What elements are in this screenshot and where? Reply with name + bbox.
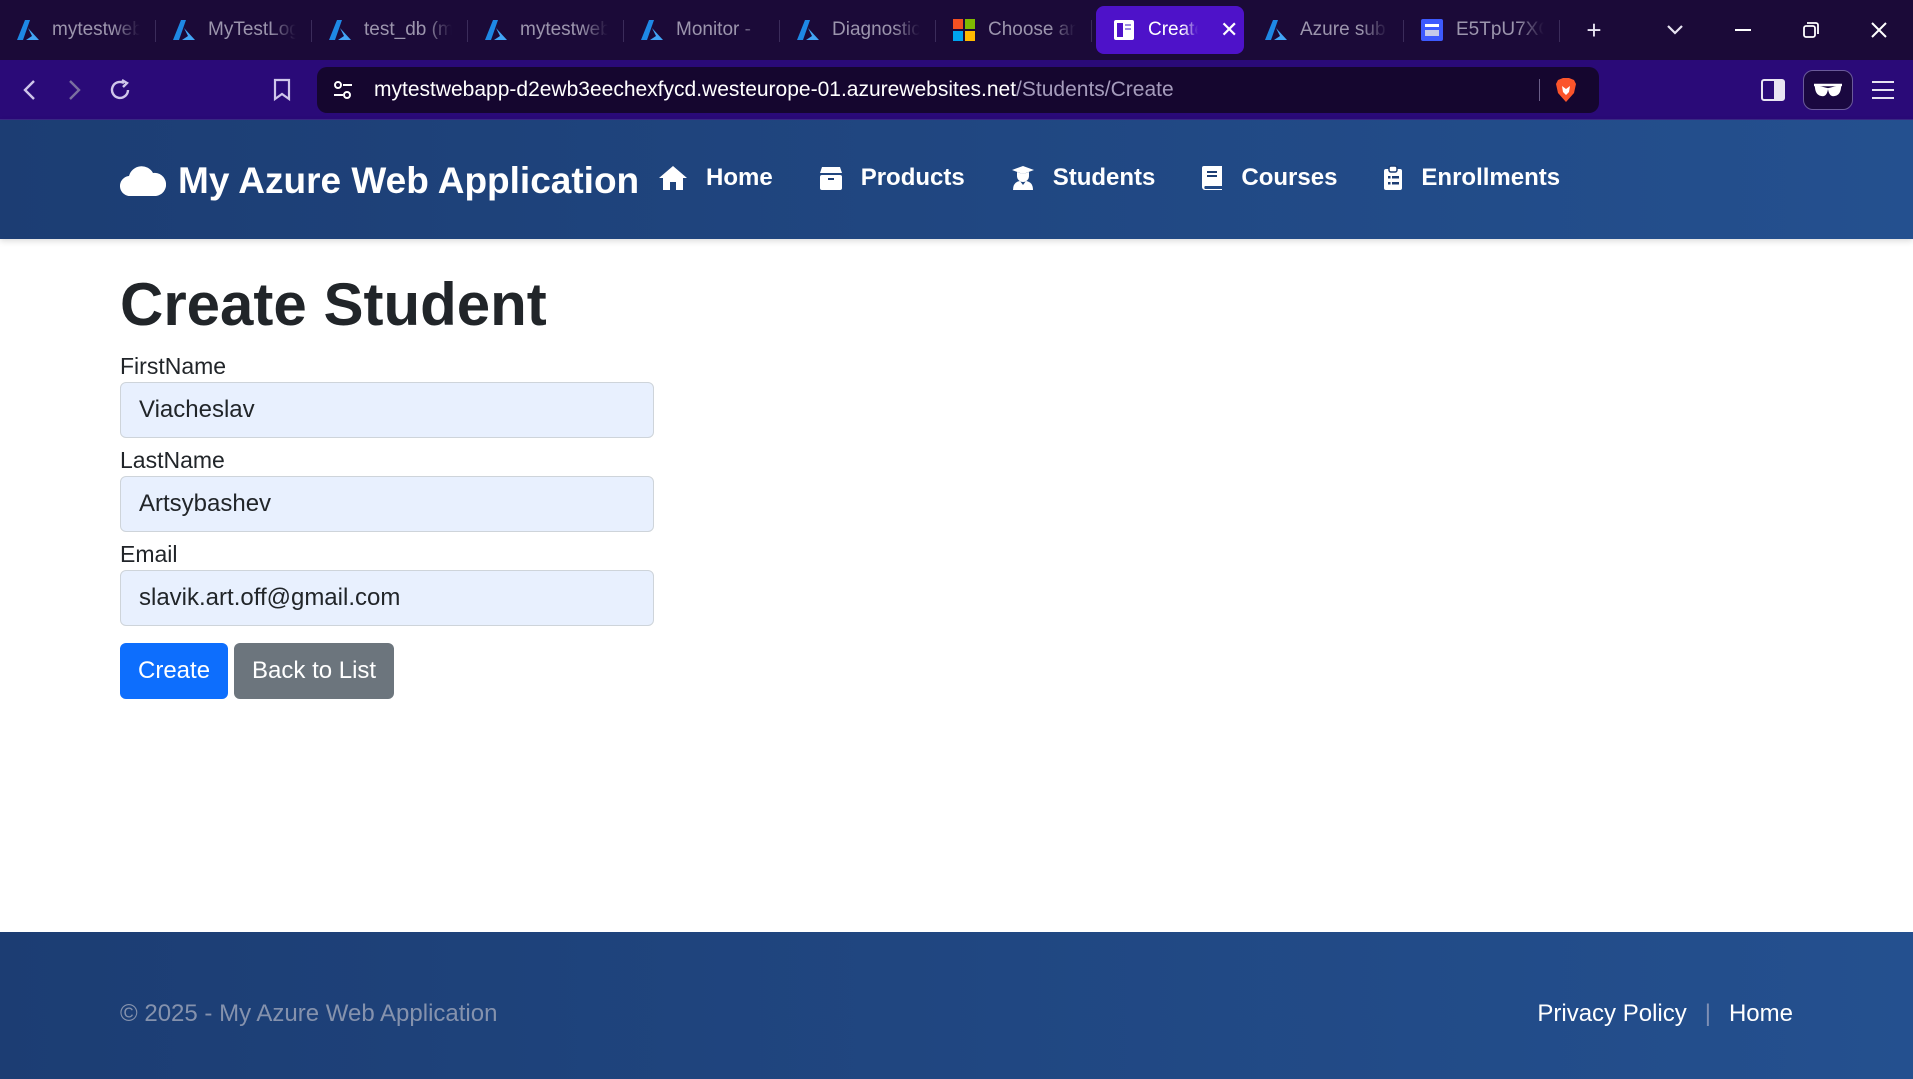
browser-toolbar: mytestwebapp-d2ewb3eechexfycd.westeurope…	[0, 60, 1913, 120]
copyright-text: © 2025 - My Azure Web Application	[120, 1000, 498, 1027]
azure-icon	[16, 18, 40, 42]
url-host: mytestwebapp-d2ewb3eechexfycd.westeurope…	[374, 78, 1017, 101]
browser-tab[interactable]: MyTestLogs	[156, 6, 312, 54]
close-tab-icon[interactable]: ✕	[1220, 17, 1238, 43]
site-brand[interactable]: My Azure Web Application	[120, 160, 639, 202]
main-content: Create Student FirstName LastName Email …	[120, 270, 820, 699]
address-bar[interactable]: mytestwebapp-d2ewb3eechexfycd.westeurope…	[317, 67, 1599, 113]
new-tab-icon[interactable]: +	[1574, 15, 1614, 46]
tab-title: Azure sub	[1300, 19, 1386, 40]
nav-courses[interactable]: Courses	[1201, 164, 1337, 192]
book-icon	[1202, 166, 1223, 190]
page-title: Create Student	[120, 271, 547, 338]
azure-icon	[328, 18, 352, 42]
reader-mode-icon[interactable]	[1803, 70, 1853, 110]
create-student-form: FirstName LastName Email Create Back to …	[120, 352, 820, 699]
browser-tab[interactable]: Azure sub	[1248, 6, 1404, 54]
home-icon	[659, 166, 687, 190]
nav-home-label: Home	[706, 164, 773, 191]
forward-arrow-icon[interactable]	[56, 72, 92, 108]
browser-tab[interactable]: mytestwebapp	[468, 6, 624, 54]
browser-tab[interactable]: Choose an	[936, 6, 1092, 54]
tab-title: MyTestLogs	[208, 19, 296, 40]
footer-home-link[interactable]: Home	[1729, 1000, 1793, 1028]
clipboard-icon	[1384, 165, 1403, 190]
menu-icon[interactable]	[1865, 72, 1901, 108]
close-window-icon[interactable]	[1845, 22, 1913, 38]
footer-separator: |	[1704, 1000, 1711, 1027]
sidebar-icon[interactable]	[1755, 72, 1791, 108]
tab-list-chevron-icon[interactable]	[1641, 24, 1709, 36]
url-path: /Students/Create	[1016, 78, 1174, 101]
reload-icon[interactable]	[102, 72, 138, 108]
tab-title: mytestwebapp	[52, 19, 140, 40]
browser-tab[interactable]: Diagnostic	[780, 6, 936, 54]
image-icon	[1420, 18, 1444, 42]
azure-icon	[172, 18, 196, 42]
site-settings-icon[interactable]	[331, 78, 355, 107]
page-icon	[1112, 18, 1136, 42]
nav-enrollments-label: Enrollments	[1421, 164, 1561, 191]
brand-text: My Azure Web Application	[178, 160, 640, 201]
url-text: mytestwebapp-d2ewb3eechexfycd.westeurope…	[374, 78, 1174, 102]
browser-tab[interactable]: Monitor -	[624, 6, 780, 54]
site-footer: © 2025 - My Azure Web Application Privac…	[0, 932, 1913, 1079]
azure-icon	[796, 18, 820, 42]
tab-title: Diagnostic	[832, 19, 920, 40]
tab-title: Choose an	[988, 19, 1076, 40]
nav-students-label: Students	[1052, 164, 1156, 191]
last-name-field[interactable]	[120, 476, 654, 532]
microsoft-icon	[952, 18, 976, 42]
tab-title: Create	[1148, 19, 1198, 40]
site-navbar: My Azure Web Application Home Products S…	[0, 120, 1913, 239]
email-label: Email	[120, 541, 178, 567]
azure-icon	[1264, 18, 1288, 42]
tab-title: mytestwebapp	[520, 19, 608, 40]
browser-tab[interactable]: E5TpU7XC	[1404, 6, 1560, 54]
first-name-label: FirstName	[120, 353, 227, 379]
last-name-label: LastName	[120, 447, 225, 473]
back-arrow-icon[interactable]	[12, 72, 48, 108]
email-field[interactable]	[120, 570, 654, 626]
user-graduate-icon	[1011, 166, 1034, 190]
nav-courses-label: Courses	[1241, 164, 1338, 191]
azure-icon	[640, 18, 664, 42]
browser-tab-strip: mytestwebapp MyTestLogs test_db (my myte…	[0, 0, 1913, 60]
back-to-list-button[interactable]: Back to List	[234, 643, 395, 699]
restore-icon[interactable]	[1777, 22, 1845, 38]
tab-title: E5TpU7XC	[1456, 19, 1544, 40]
nav-enrollments[interactable]: Enrollments	[1383, 164, 1560, 192]
browser-tab-active[interactable]: Create ✕	[1096, 6, 1244, 54]
azure-icon	[484, 18, 508, 42]
first-name-field[interactable]	[120, 382, 654, 438]
nav-home[interactable]: Home	[658, 164, 773, 192]
brave-shields-icon[interactable]	[1554, 77, 1578, 108]
bookmark-icon[interactable]	[264, 72, 300, 108]
nav-students[interactable]: Students	[1011, 164, 1156, 192]
tab-title: Monitor -	[676, 19, 751, 40]
nav-products[interactable]: Products	[819, 164, 965, 192]
minimize-icon[interactable]	[1709, 29, 1777, 31]
create-button[interactable]: Create	[120, 643, 229, 699]
tab-title: test_db (my	[364, 19, 452, 40]
privacy-policy-link[interactable]: Privacy Policy	[1537, 1000, 1686, 1028]
box-icon	[819, 167, 842, 190]
browser-tab[interactable]: test_db (my	[312, 6, 468, 54]
nav-products-label: Products	[860, 164, 965, 191]
browser-tab[interactable]: mytestwebapp	[0, 6, 156, 54]
cloud-icon	[120, 166, 166, 197]
